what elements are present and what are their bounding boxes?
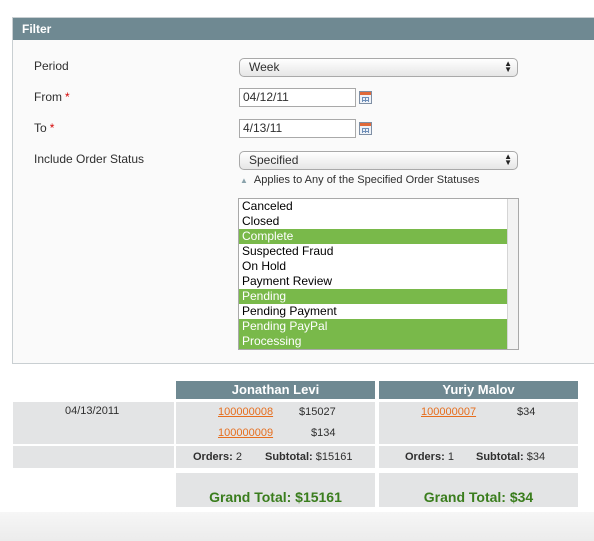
status-option[interactable]: Pending PayPal: [239, 319, 507, 334]
calendar-icon[interactable]: [359, 91, 372, 104]
filter-panel: Filter Period Week ▲ ▼ From * 04/12/11 To *…: [12, 17, 594, 364]
to-date-input[interactable]: 4/13/11: [239, 119, 356, 138]
status-option[interactable]: Pending: [239, 289, 507, 304]
grand-total-jonathan: Grand Total: $15161: [176, 473, 375, 507]
order-status-listbox[interactable]: Canceled Closed Complete Suspected Fraud On …: [238, 198, 519, 350]
order-link[interactable]: 100000007: [421, 406, 476, 418]
grand-total-yuriy: Grand Total: $34: [379, 473, 578, 507]
page-footer-shade: [0, 512, 594, 541]
orders-count-yuriy: Orders: 1: [405, 451, 454, 463]
period-select-value: Week: [249, 60, 280, 74]
required-mark: *: [49, 121, 55, 135]
order-link[interactable]: 100000008: [218, 406, 273, 418]
order-amount: $15027: [299, 406, 336, 418]
order-status-select[interactable]: Specified ▲ ▼: [239, 151, 518, 170]
status-option[interactable]: On Hold: [239, 259, 507, 274]
required-mark: *: [65, 90, 70, 104]
status-option[interactable]: Canceled: [239, 199, 507, 214]
status-option[interactable]: Pending Payment: [239, 304, 507, 319]
orders-count-jonathan: Orders: 2: [193, 451, 242, 463]
summary-blank-cell: [13, 446, 174, 468]
filter-header: Filter: [13, 18, 594, 40]
from-date-input[interactable]: 04/12/11: [239, 88, 356, 107]
to-label: To *: [34, 121, 55, 135]
order-amount: $134: [311, 427, 336, 439]
from-label: From *: [34, 90, 70, 104]
select-arrows-icon: ▲ ▼: [504, 152, 512, 167]
subtotal-yuriy: Subtotal: $34: [476, 451, 546, 463]
listbox-scrollbar[interactable]: [507, 199, 518, 349]
column-header-yuriy-malov: Yuriy Malov: [379, 381, 578, 399]
order-status-select-value: Specified: [249, 153, 299, 167]
status-option[interactable]: Payment Review: [239, 274, 507, 289]
column-header-jonathan-levi: Jonathan Levi: [176, 381, 375, 399]
status-option[interactable]: Closed: [239, 214, 507, 229]
order-link[interactable]: 100000009: [218, 427, 273, 439]
orders-cell-yuriy: [379, 402, 578, 444]
status-option[interactable]: Suspected Fraud: [239, 244, 507, 259]
period-label: Period: [34, 59, 69, 73]
select-arrows-icon: ▲ ▼: [504, 59, 512, 74]
status-option[interactable]: Complete: [239, 229, 507, 244]
triangle-up-icon: ▲: [240, 176, 248, 185]
report-date: 04/13/2011: [65, 405, 120, 417]
status-option[interactable]: Processing: [239, 334, 507, 349]
calendar-icon[interactable]: [359, 122, 372, 135]
orders-cell-jonathan: [176, 402, 375, 444]
status-hint: ▲ Applies to Any of the Specified Order S…: [240, 174, 480, 186]
order-status-label: Include Order Status: [34, 152, 145, 166]
period-select[interactable]: Week ▲ ▼: [239, 58, 518, 77]
subtotal-jonathan: Subtotal: $15161: [265, 451, 353, 463]
order-amount: $34: [517, 406, 536, 418]
